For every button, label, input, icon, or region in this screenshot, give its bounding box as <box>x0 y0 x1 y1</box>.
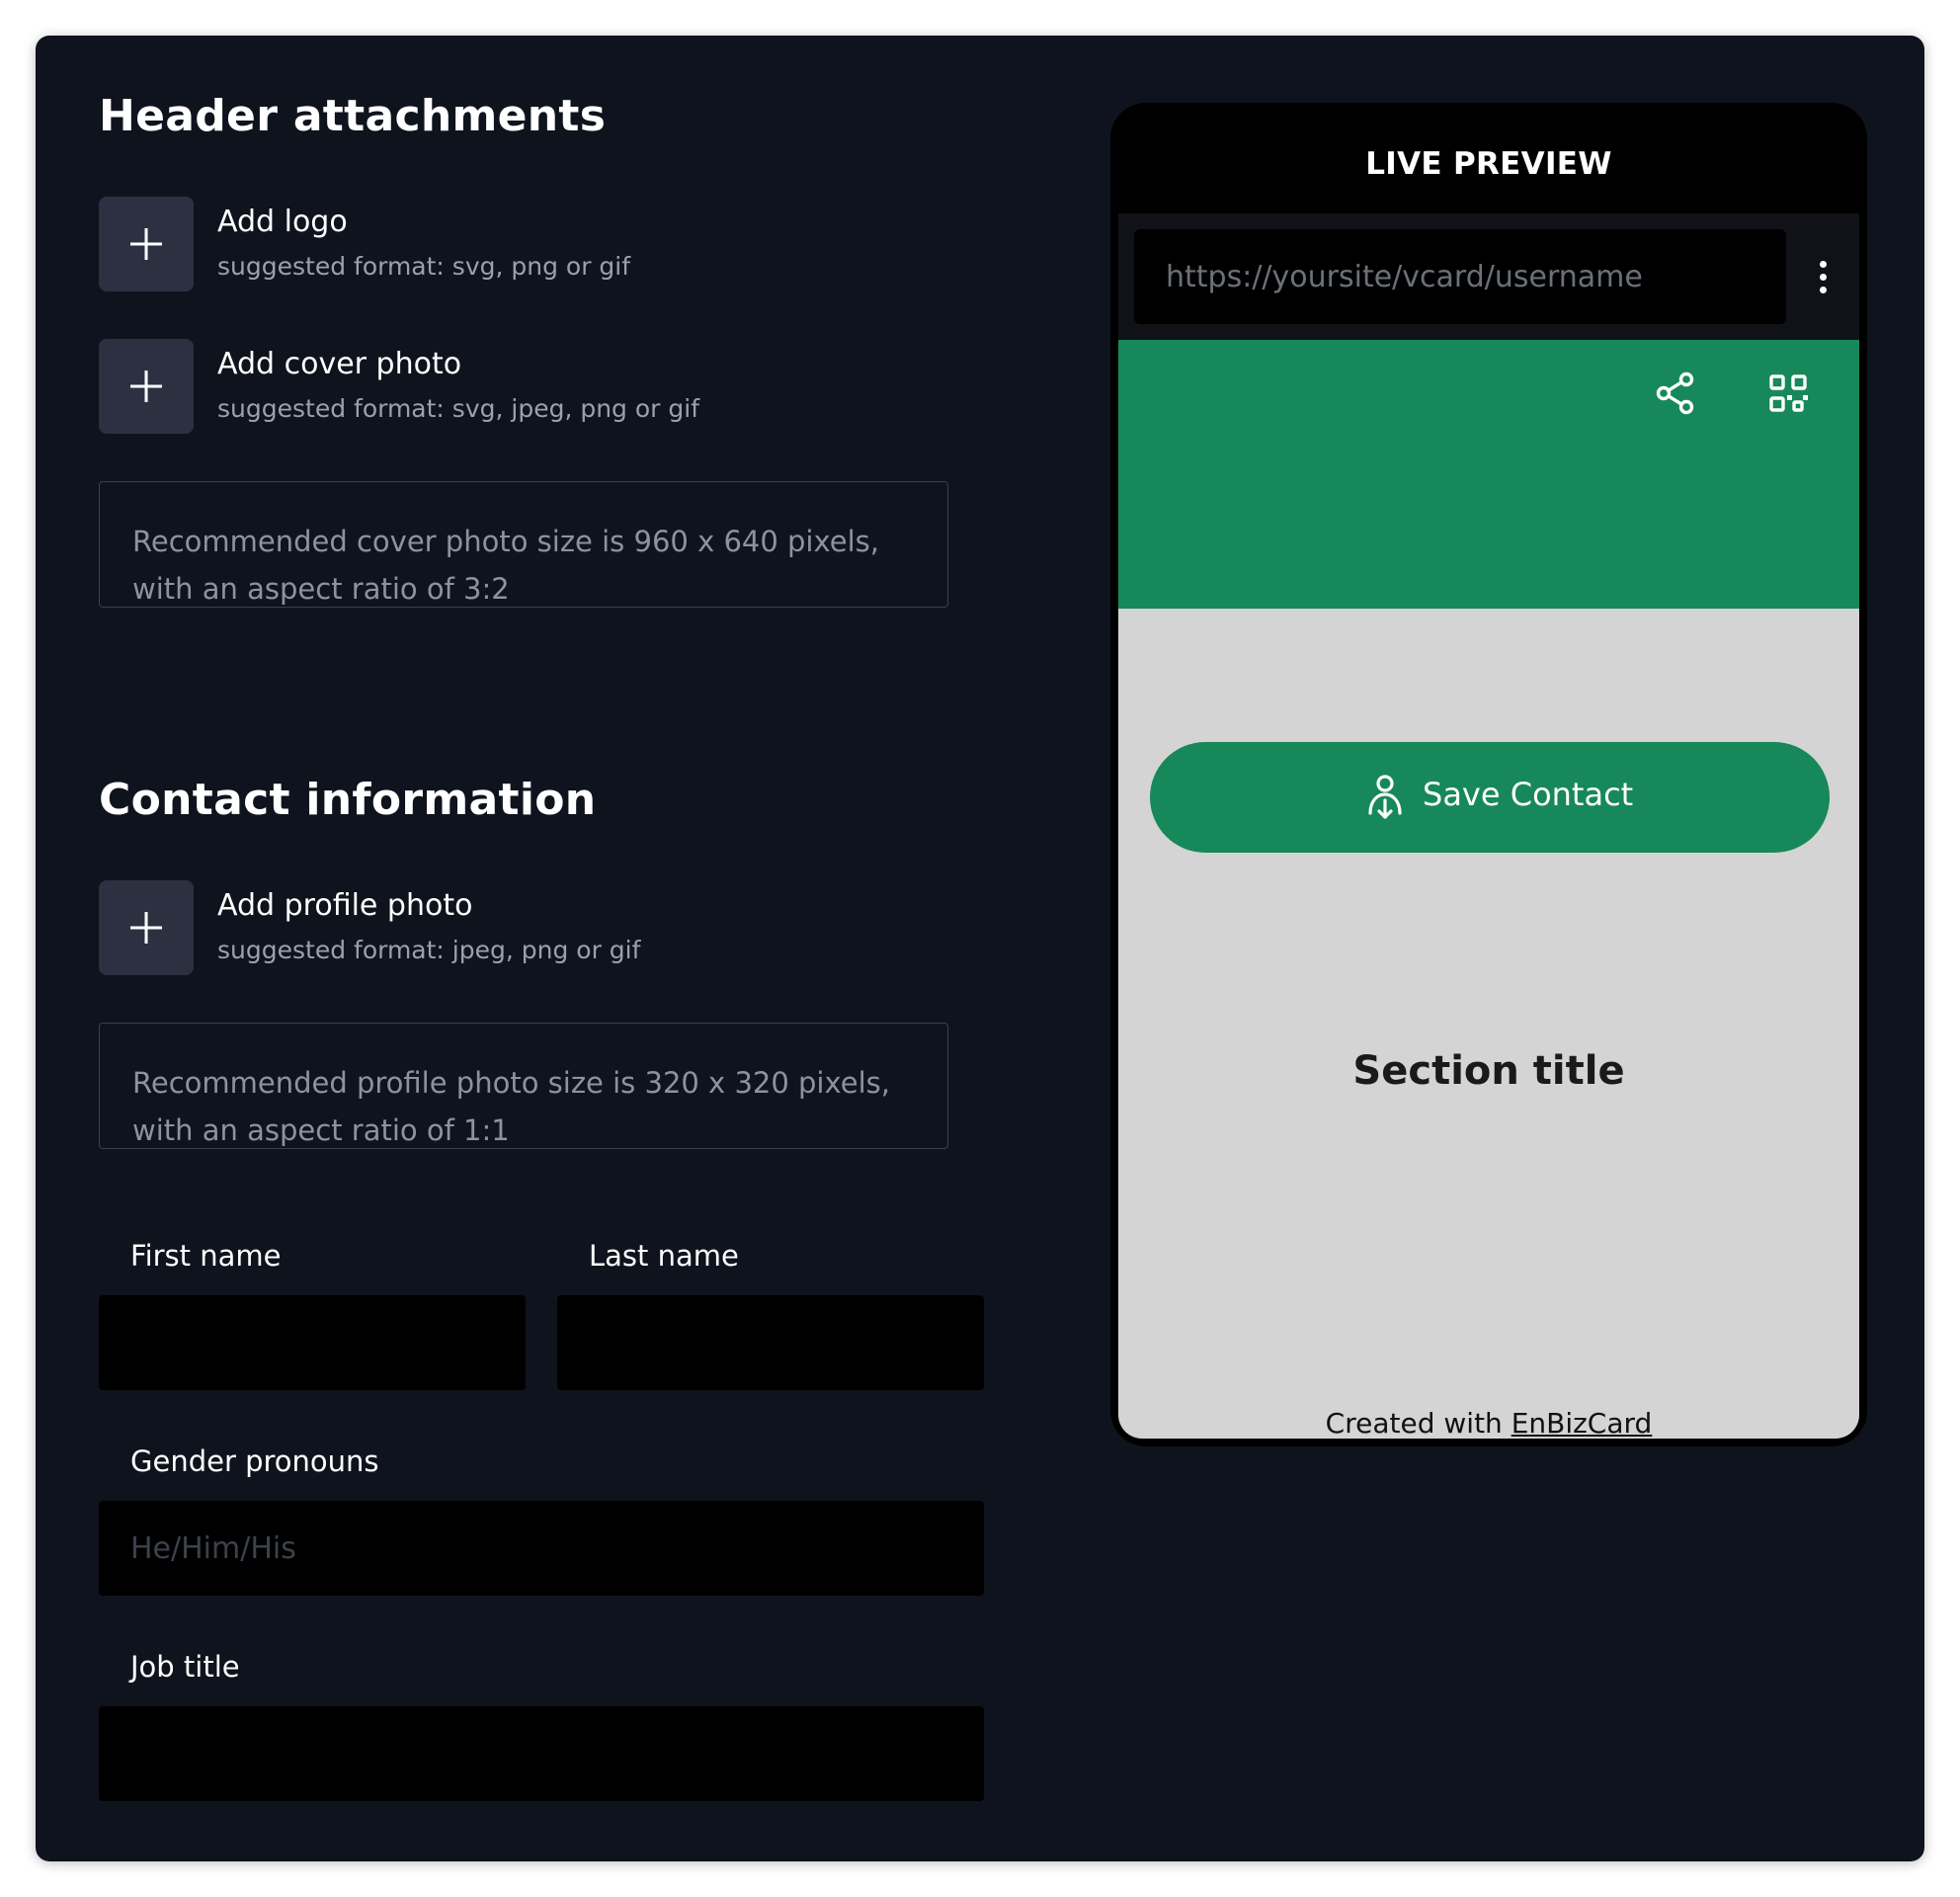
contact-information-title: Contact information <box>99 775 597 825</box>
live-preview-title: LIVE PREVIEW <box>1365 146 1612 182</box>
qr-code-icon[interactable] <box>1764 370 1812 417</box>
preview-screen: Save Contact Section title Created with … <box>1118 213 1859 1439</box>
contact-download-icon <box>1368 775 1402 819</box>
header-attachments-title: Header attachments <box>99 91 607 141</box>
add-logo-label: Add logo <box>217 205 348 239</box>
preview-credit: Created with EnBizCard <box>1118 1407 1859 1439</box>
first-name-field[interactable] <box>99 1295 526 1390</box>
preview-url-bar <box>1118 213 1859 340</box>
save-contact-button[interactable]: Save Contact <box>1150 742 1830 853</box>
add-profile-hint: suggested format: jpeg, png or gif <box>217 936 641 964</box>
add-cover-hint: suggested format: svg, jpeg, png or gif <box>217 394 700 423</box>
editor-panel: Header attachments Add logo suggested fo… <box>36 36 1924 1861</box>
more-vertical-icon[interactable] <box>1800 253 1847 300</box>
profile-photo-note: Recommended profile photo size is 320 x … <box>99 1023 948 1149</box>
preview-url-input[interactable] <box>1134 229 1786 324</box>
add-profile-photo-button[interactable] <box>99 880 194 975</box>
add-cover-photo-button[interactable] <box>99 339 194 434</box>
gender-pronouns-label: Gender pronouns <box>130 1444 379 1478</box>
last-name-field[interactable] <box>557 1295 984 1390</box>
preview-section-title: Section title <box>1352 1048 1625 1094</box>
gender-pronouns-field[interactable] <box>99 1501 984 1596</box>
add-logo-hint: suggested format: svg, png or gif <box>217 252 631 281</box>
credit-prefix: Created with <box>1325 1407 1511 1439</box>
add-profile-label: Add profile photo <box>217 888 473 923</box>
add-cover-label: Add cover photo <box>217 347 462 381</box>
add-profile-row: Add profile photo suggested format: jpeg… <box>99 880 988 975</box>
cover-photo-note: Recommended cover photo size is 960 x 64… <box>99 481 948 608</box>
enbizcard-link[interactable]: EnBizCard <box>1511 1407 1653 1439</box>
add-cover-row: Add cover photo suggested format: svg, j… <box>99 339 988 434</box>
job-title-label: Job title <box>130 1650 240 1684</box>
add-logo-button[interactable] <box>99 197 194 291</box>
save-contact-label: Save Contact <box>1423 776 1634 813</box>
job-title-field[interactable] <box>99 1706 984 1801</box>
first-name-label: First name <box>130 1239 282 1273</box>
live-preview-phone: LIVE PREVIEW https://yoursite/vcard/user… <box>1110 103 1867 1446</box>
preview-cover <box>1118 340 1859 609</box>
share-icon[interactable] <box>1652 370 1699 417</box>
last-name-label: Last name <box>589 1239 739 1273</box>
add-logo-row: Add logo suggested format: svg, png or g… <box>99 197 988 291</box>
